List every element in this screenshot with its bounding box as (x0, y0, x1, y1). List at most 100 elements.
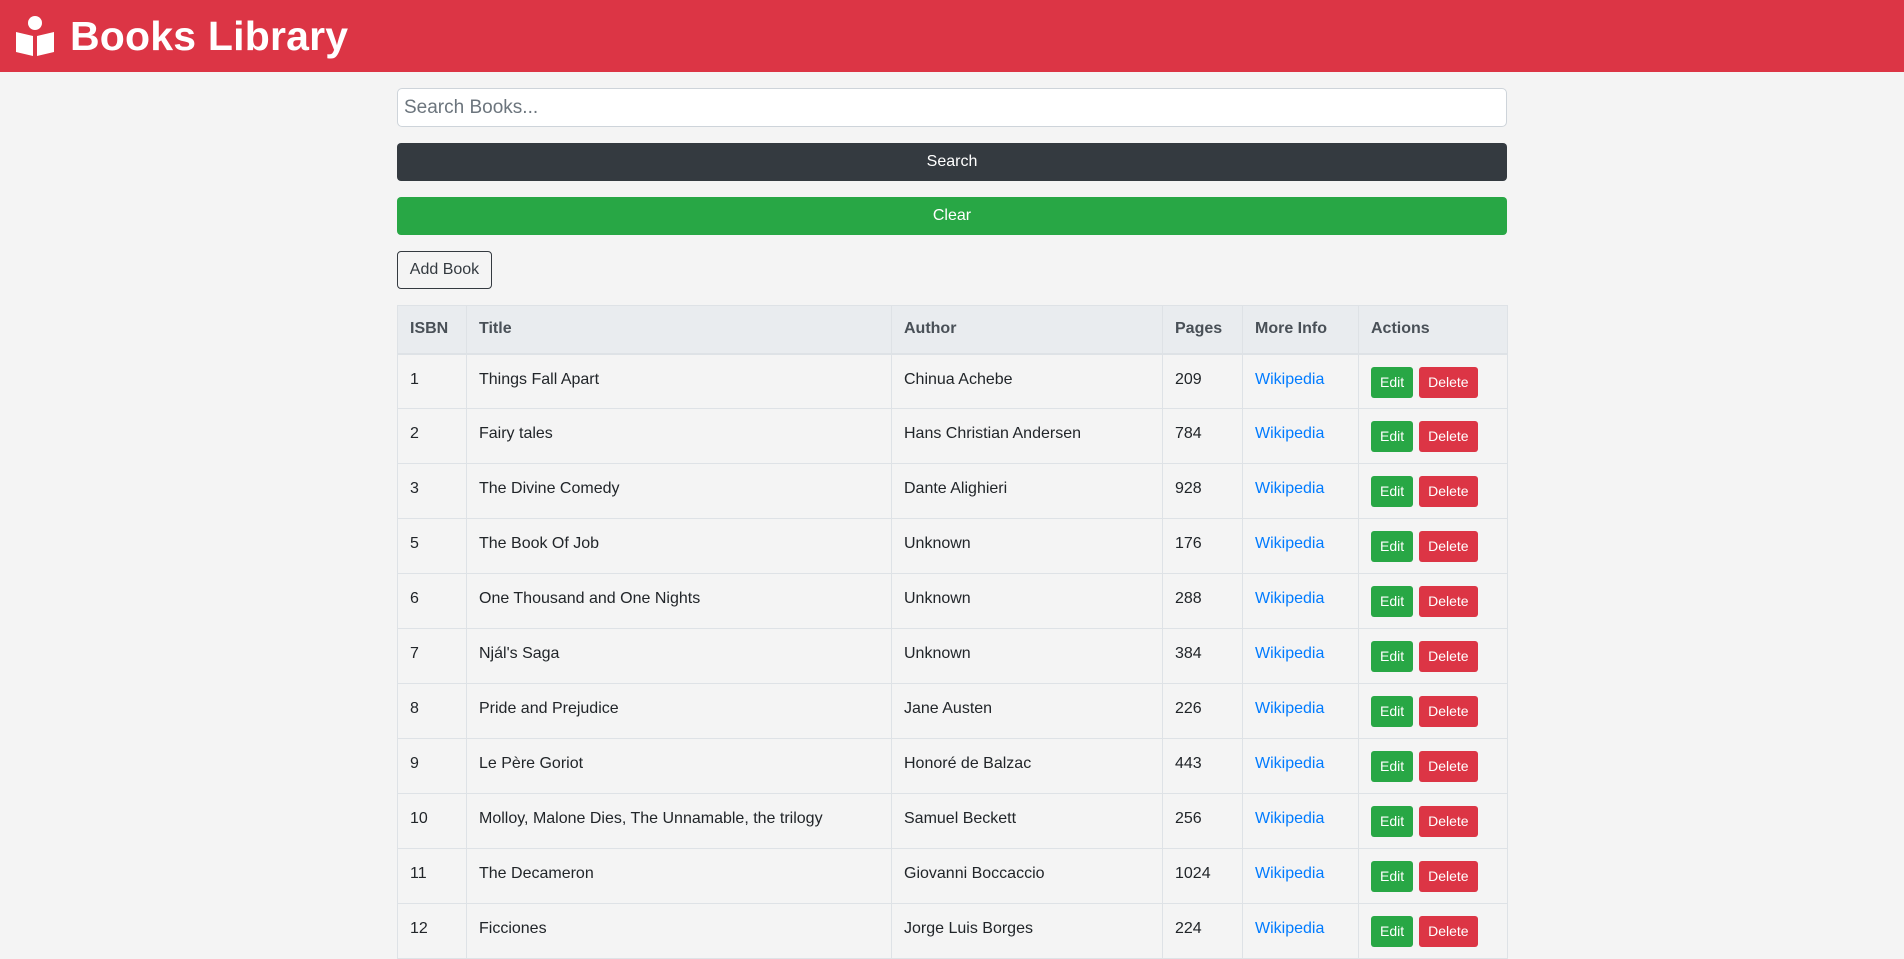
wikipedia-link[interactable]: Wikipedia (1255, 865, 1324, 882)
cell-more-info: Wikipedia (1242, 463, 1359, 519)
edit-button[interactable]: Edit (1371, 751, 1414, 782)
cell-actions: Edit Delete (1358, 738, 1508, 794)
cell-pages: 784 (1162, 408, 1243, 464)
cell-author: Hans Christian Andersen (891, 408, 1163, 464)
cell-actions: Edit Delete (1358, 353, 1508, 409)
delete-button[interactable]: Delete (1419, 641, 1478, 672)
cell-more-info: Wikipedia (1242, 518, 1359, 574)
table-header-row: ISBN Title Author Pages More Info Action… (397, 305, 1508, 355)
cell-pages: 443 (1162, 738, 1243, 794)
edit-button[interactable]: Edit (1371, 586, 1414, 617)
cell-actions: Edit Delete (1358, 793, 1508, 849)
wikipedia-link[interactable]: Wikipedia (1255, 645, 1324, 662)
edit-button[interactable]: Edit (1371, 916, 1414, 947)
cell-author: Honoré de Balzac (891, 738, 1163, 794)
cell-pages: 928 (1162, 463, 1243, 519)
cell-author: Unknown (891, 628, 1163, 684)
cell-title: Molloy, Malone Dies, The Unnamable, the … (466, 793, 892, 849)
cell-actions: Edit Delete (1358, 518, 1508, 574)
wikipedia-link[interactable]: Wikipedia (1255, 535, 1324, 552)
cell-pages: 176 (1162, 518, 1243, 574)
delete-button[interactable]: Delete (1419, 806, 1478, 837)
cell-author: Samuel Beckett (891, 793, 1163, 849)
edit-button[interactable]: Edit (1371, 421, 1414, 452)
cell-more-info: Wikipedia (1242, 793, 1359, 849)
delete-button[interactable]: Delete (1419, 696, 1478, 727)
edit-button[interactable]: Edit (1371, 366, 1414, 398)
navbar: Books Library (0, 0, 1904, 72)
main-container: Search Clear Add Book ISBN Title Author … (397, 88, 1508, 959)
wikipedia-link[interactable]: Wikipedia (1255, 425, 1324, 442)
cell-author: Unknown (891, 518, 1163, 574)
cell-isbn: 6 (397, 573, 467, 629)
header-actions: Actions (1358, 305, 1508, 355)
brand[interactable]: Books Library (14, 13, 348, 60)
table-row: 1 Things Fall Apart Chinua Achebe 209 Wikipe… (397, 353, 1508, 409)
table-row: 5 The Book Of Job Unknown 176 Wikipedia Edit D… (397, 518, 1508, 574)
header-title: Title (466, 305, 892, 355)
cell-isbn: 2 (397, 408, 467, 464)
delete-button[interactable]: Delete (1419, 421, 1478, 452)
wikipedia-link[interactable]: Wikipedia (1255, 755, 1324, 772)
wikipedia-link[interactable]: Wikipedia (1255, 700, 1324, 717)
cell-title: One Thousand and One Nights (466, 573, 892, 629)
cell-isbn: 9 (397, 738, 467, 794)
cell-pages: 384 (1162, 628, 1243, 684)
cell-author: Unknown (891, 573, 1163, 629)
cell-actions: Edit Delete (1358, 463, 1508, 519)
table-body: 1 Things Fall Apart Chinua Achebe 209 Wikipe… (397, 353, 1508, 959)
wikipedia-link[interactable]: Wikipedia (1255, 920, 1324, 937)
cell-pages: 288 (1162, 573, 1243, 629)
table-row: 12 Ficciones Jorge Luis Borges 224 Wikipedia… (397, 903, 1508, 959)
cell-title: Things Fall Apart (466, 353, 892, 409)
delete-button[interactable]: Delete (1419, 531, 1478, 562)
cell-title: The Decameron (466, 848, 892, 904)
cell-more-info: Wikipedia (1242, 628, 1359, 684)
delete-button[interactable]: Delete (1419, 366, 1478, 398)
wikipedia-link[interactable]: Wikipedia (1255, 810, 1324, 827)
table-row: 11 The Decameron Giovanni Boccaccio 1024 Wik… (397, 848, 1508, 904)
cell-actions: Edit Delete (1358, 573, 1508, 629)
table-row: 7 Njál's Saga Unknown 384 Wikipedia Edit Delet… (397, 628, 1508, 684)
cell-author: Jorge Luis Borges (891, 903, 1163, 959)
cell-title: The Book Of Job (466, 518, 892, 574)
cell-author: Chinua Achebe (891, 353, 1163, 409)
edit-button[interactable]: Edit (1371, 806, 1414, 837)
cell-more-info: Wikipedia (1242, 353, 1359, 409)
edit-button[interactable]: Edit (1371, 531, 1414, 562)
cell-isbn: 11 (397, 848, 467, 904)
edit-button[interactable]: Edit (1371, 476, 1414, 507)
cell-pages: 226 (1162, 683, 1243, 739)
table-row: 2 Fairy tales Hans Christian Andersen 784 Wi… (397, 408, 1508, 464)
cell-more-info: Wikipedia (1242, 408, 1359, 464)
delete-button[interactable]: Delete (1419, 861, 1478, 892)
search-button[interactable]: Search (397, 143, 1507, 181)
cell-title: Pride and Prejudice (466, 683, 892, 739)
cell-actions: Edit Delete (1358, 408, 1508, 464)
add-book-button[interactable]: Add Book (397, 251, 492, 289)
delete-button[interactable]: Delete (1419, 586, 1478, 617)
clear-button[interactable]: Clear (397, 197, 1507, 235)
cell-title: Njál's Saga (466, 628, 892, 684)
header-more-info: More Info (1242, 305, 1359, 355)
cell-author: Dante Alighieri (891, 463, 1163, 519)
search-input[interactable] (397, 88, 1507, 127)
cell-title: Fairy tales (466, 408, 892, 464)
header-isbn: ISBN (397, 305, 467, 355)
cell-title: Le Père Goriot (466, 738, 892, 794)
table-row: 8 Pride and Prejudice Jane Austen 226 Wikipe… (397, 683, 1508, 739)
delete-button[interactable]: Delete (1419, 476, 1478, 507)
table-row: 10 Molloy, Malone Dies, The Unnamable, th… (397, 793, 1508, 849)
edit-button[interactable]: Edit (1371, 861, 1414, 892)
delete-button[interactable]: Delete (1419, 751, 1478, 782)
edit-button[interactable]: Edit (1371, 641, 1414, 672)
wikipedia-link[interactable]: Wikipedia (1255, 590, 1324, 607)
wikipedia-link[interactable]: Wikipedia (1255, 371, 1324, 388)
wikipedia-link[interactable]: Wikipedia (1255, 480, 1324, 497)
books-table: ISBN Title Author Pages More Info Action… (397, 305, 1508, 959)
cell-more-info: Wikipedia (1242, 573, 1359, 629)
delete-button[interactable]: Delete (1419, 916, 1478, 947)
cell-isbn: 5 (397, 518, 467, 574)
cell-pages: 224 (1162, 903, 1243, 959)
edit-button[interactable]: Edit (1371, 696, 1414, 727)
